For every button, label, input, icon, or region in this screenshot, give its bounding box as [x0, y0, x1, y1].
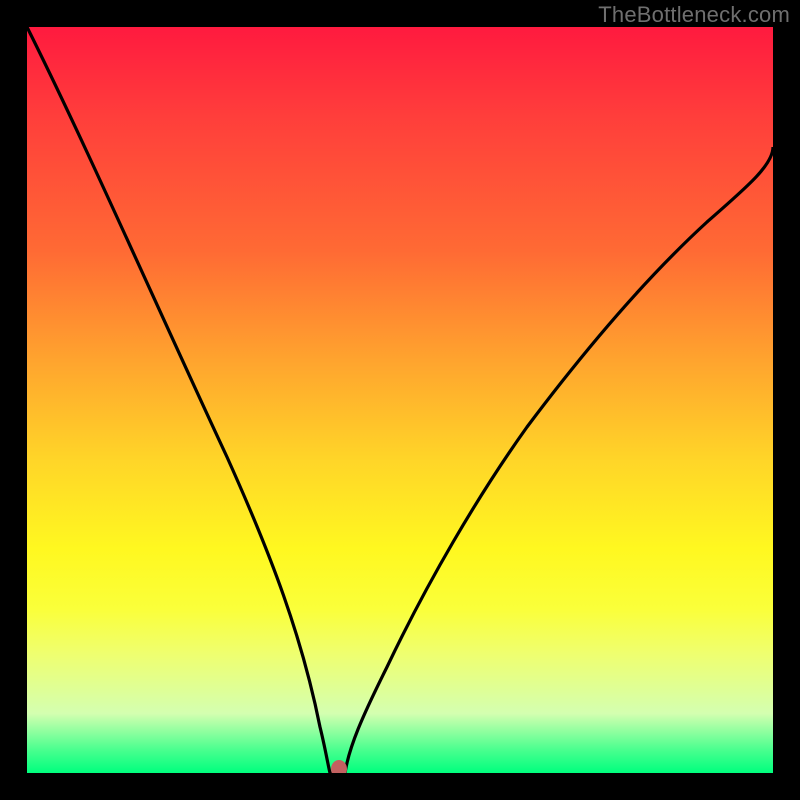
bottleneck-curve: [27, 27, 773, 773]
chart-frame: TheBottleneck.com: [0, 0, 800, 800]
watermark-text: TheBottleneck.com: [598, 2, 790, 28]
minimum-marker: [331, 760, 347, 773]
curve-path: [27, 27, 773, 773]
